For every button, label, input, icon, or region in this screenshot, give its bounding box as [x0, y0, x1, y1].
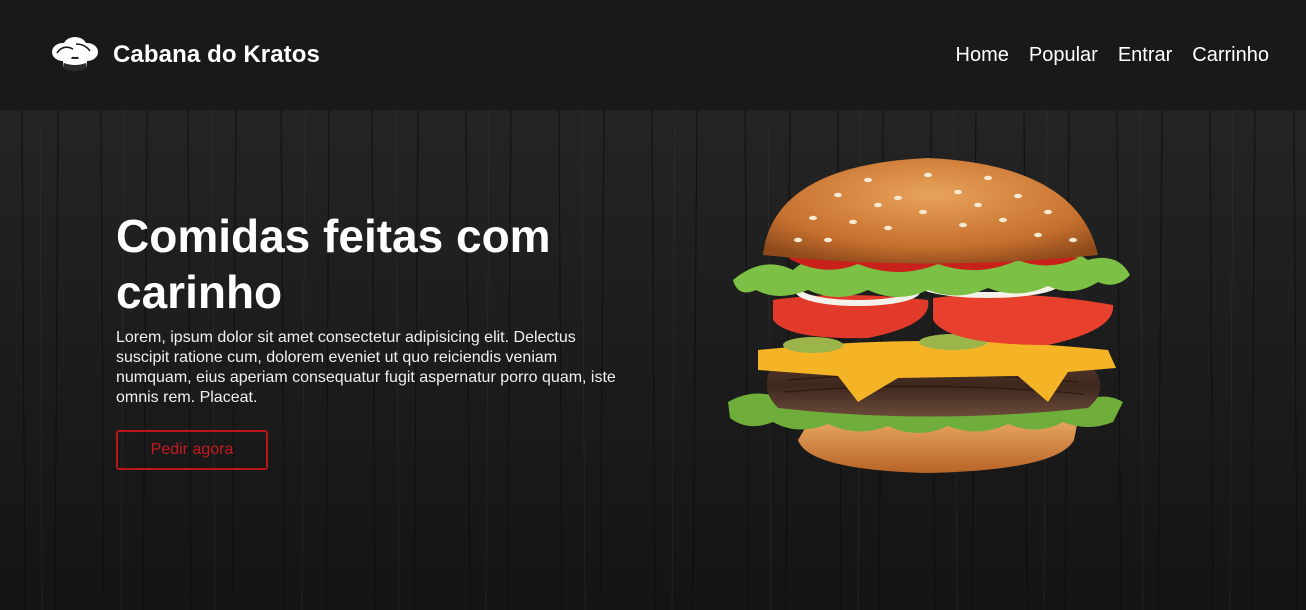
hero-section: Comidas feitas com carinho Lorem, ipsum … — [0, 110, 1306, 610]
nav-entrar[interactable]: Entrar — [1118, 44, 1172, 67]
nav-carrinho[interactable]: Carrinho — [1192, 44, 1269, 67]
nav-popular[interactable]: Popular — [1029, 44, 1098, 67]
hero-title: Comidas feitas com carinho — [116, 210, 551, 318]
brand[interactable]: Cabana do Kratos — [49, 35, 320, 75]
chef-hat-icon — [52, 37, 98, 71]
nav-home[interactable]: Home — [956, 44, 1009, 67]
order-now-button[interactable]: Pedir agora — [116, 430, 268, 470]
main-nav: Home Popular Entrar Carrinho — [956, 44, 1269, 67]
hamburger-illustration — [728, 158, 1130, 473]
brand-name: Cabana do Kratos — [113, 41, 320, 68]
hero-description: Lorem, ipsum dolor sit amet consectetur … — [116, 329, 616, 406]
hero-copy: Comidas feitas com carinho Lorem, ipsum … — [116, 208, 636, 470]
site-header: Cabana do Kratos Home Popular Entrar Car… — [0, 0, 1306, 110]
